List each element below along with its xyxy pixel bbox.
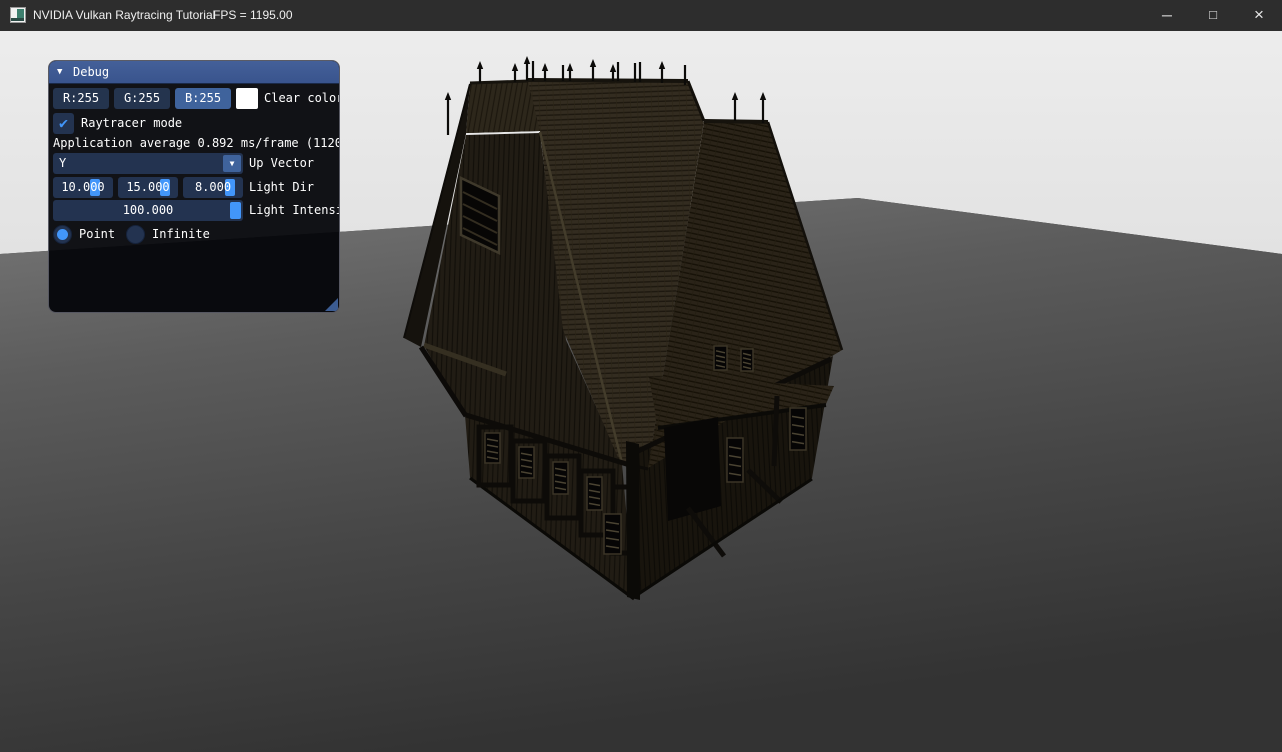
titlebar[interactable]: NVIDIA Vulkan Raytracing Tutorial FPS = … xyxy=(0,0,1282,31)
raytracer-mode-label: Raytracer mode xyxy=(81,113,182,134)
application-window: NVIDIA Vulkan Raytracing Tutorial FPS = … xyxy=(0,0,1282,752)
debug-panel-titlebar[interactable]: ▼ Debug xyxy=(49,61,339,84)
light-dir-row: 10.000 15.000 8.000 Light Dir xyxy=(49,177,340,198)
light-dir-z-value: 8.000 xyxy=(183,177,243,198)
minimize-button[interactable]: ─ xyxy=(1144,0,1190,31)
debug-panel-title: Debug xyxy=(73,61,109,83)
green-value-button[interactable]: G:255 xyxy=(114,88,170,109)
clear-color-row: R:255 G:255 B:255 Clear color xyxy=(49,88,340,109)
close-button[interactable]: × xyxy=(1236,0,1282,31)
light-dir-label: Light Dir xyxy=(249,177,314,198)
up-vector-combo[interactable]: Y ▼ xyxy=(53,153,243,174)
fps-counter: FPS = 1195.00 xyxy=(213,0,293,31)
stats-row: Application average 0.892 ms/frame (1120 xyxy=(49,135,340,151)
light-dir-y-drag[interactable]: 15.000 xyxy=(118,177,178,198)
blue-value-button[interactable]: B:255 xyxy=(175,88,231,109)
infinite-radio[interactable] xyxy=(126,225,145,244)
collapse-arrow-icon[interactable]: ▼ xyxy=(57,61,62,83)
clear-color-label: Clear color xyxy=(264,88,340,109)
light-intensity-label: Light Intensity xyxy=(249,200,340,221)
point-radio[interactable] xyxy=(53,225,72,244)
frame-stats-text: Application average 0.892 ms/frame (1120 xyxy=(53,135,340,151)
window-title: NVIDIA Vulkan Raytracing Tutorial xyxy=(33,0,215,31)
up-vector-value: Y xyxy=(59,153,66,174)
chevron-down-icon[interactable]: ▼ xyxy=(223,155,241,172)
close-icon: × xyxy=(1254,5,1264,24)
light-intensity-value: 100.000 xyxy=(53,200,243,221)
maximize-button[interactable]: □ xyxy=(1190,0,1236,31)
debug-panel[interactable]: ▼ Debug R:255 G:255 B:255 Clear color ✔ … xyxy=(48,60,340,313)
maximize-icon: □ xyxy=(1209,7,1217,22)
checkmark-icon: ✔ xyxy=(59,114,68,132)
up-vector-row: Y ▼ Up Vector xyxy=(49,153,340,174)
light-intensity-row: 100.000 Light Intensity xyxy=(49,200,340,221)
raytracer-mode-row: ✔ Raytracer mode xyxy=(49,113,340,134)
point-radio-label: Point xyxy=(79,224,115,245)
infinite-radio-label: Infinite xyxy=(152,224,210,245)
light-dir-x-value: 10.000 xyxy=(53,177,113,198)
resize-grip[interactable] xyxy=(325,298,338,311)
red-value-button[interactable]: R:255 xyxy=(53,88,109,109)
light-dir-y-value: 15.000 xyxy=(118,177,178,198)
app-icon xyxy=(10,7,26,23)
clear-color-swatch[interactable] xyxy=(236,88,258,109)
light-dir-x-drag[interactable]: 10.000 xyxy=(53,177,113,198)
minimize-icon: ─ xyxy=(1162,7,1172,23)
raytracer-mode-checkbox[interactable]: ✔ xyxy=(53,113,74,134)
up-vector-label: Up Vector xyxy=(249,153,314,174)
light-dir-z-drag[interactable]: 8.000 xyxy=(183,177,243,198)
light-type-row: Point Infinite xyxy=(49,224,340,245)
radio-dot xyxy=(57,229,68,240)
light-intensity-slider[interactable]: 100.000 xyxy=(53,200,243,221)
